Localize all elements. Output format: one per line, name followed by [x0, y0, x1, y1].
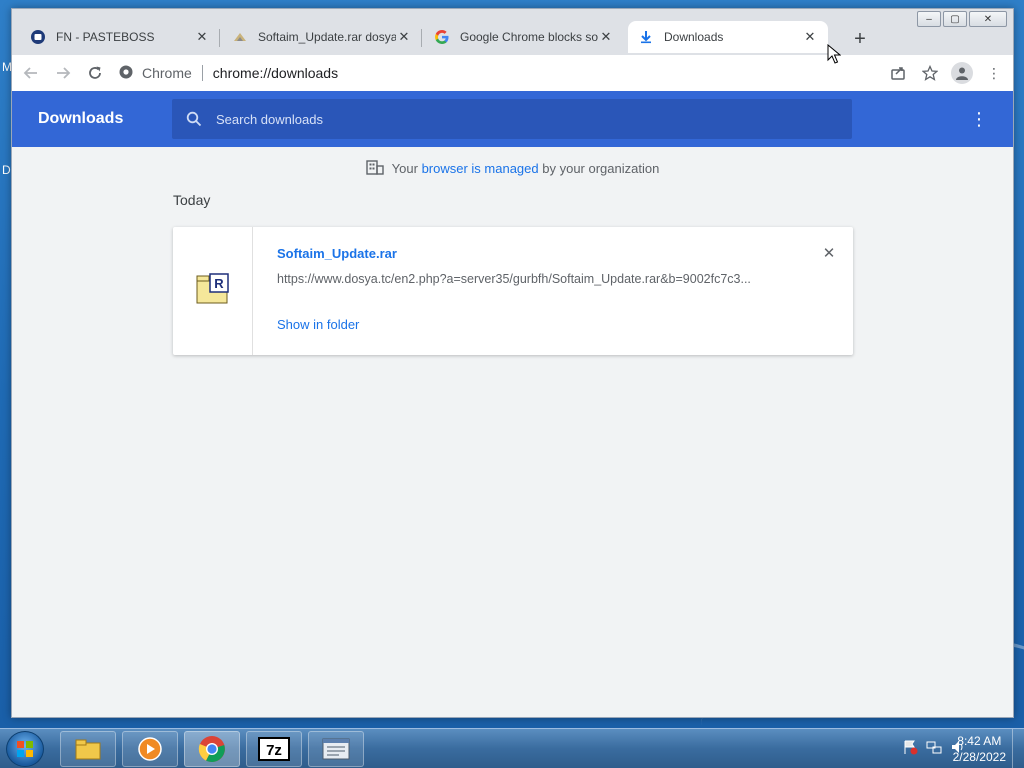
tab-pasteboss[interactable]: FN - PASTEBOSS ✕	[20, 21, 220, 53]
toolbar-actions: ⋮	[887, 55, 1005, 91]
file-icon-column: R	[173, 227, 253, 355]
7zip-icon: 7z	[258, 737, 290, 761]
url-text[interactable]: chrome://downloads	[213, 65, 338, 81]
reload-icon	[89, 66, 101, 79]
search-bar[interactable]	[172, 99, 852, 139]
remove-download-icon[interactable]: ✕	[821, 245, 837, 262]
managed-text: by your organization	[542, 161, 660, 176]
taskbar-notepad[interactable]	[308, 731, 364, 767]
omnibox-divider	[201, 65, 203, 81]
google-icon	[434, 29, 450, 45]
notepad-window-icon	[322, 738, 350, 760]
share-icon[interactable]	[887, 62, 909, 84]
tab-title: Softaim_Update.rar dosya	[258, 30, 396, 44]
managed-notice: Your browser is managed by your organiza…	[12, 159, 1013, 178]
clock-time: 8:42 AM	[957, 734, 1002, 748]
search-icon	[172, 111, 216, 127]
tab-downloads[interactable]: Downloads ✕	[628, 21, 828, 53]
tab-google-chrome-blocks[interactable]: Google Chrome blocks so ✕	[424, 21, 624, 53]
start-button[interactable]	[6, 731, 44, 767]
taskbar-7zip[interactable]: 7z	[246, 731, 302, 767]
managed-text: Your	[391, 161, 418, 176]
pasteboss-icon	[30, 29, 46, 45]
download-filename[interactable]: Softaim_Update.rar	[277, 246, 397, 261]
date-heading: Today	[173, 192, 211, 208]
file-explorer-icon	[75, 739, 101, 760]
managed-link[interactable]: browser is managed	[422, 161, 539, 176]
downloads-header: Downloads ⋮	[12, 91, 1013, 147]
taskbar-chrome[interactable]	[184, 731, 240, 767]
show-in-folder-link[interactable]: Show in folder	[277, 317, 359, 332]
forward-button[interactable]	[50, 60, 76, 86]
tab-separator	[219, 29, 220, 47]
back-button[interactable]	[18, 60, 44, 86]
tab-title: FN - PASTEBOSS	[56, 30, 155, 44]
taskbar: 7z 8:42 AM 2/28/2022	[0, 728, 1024, 768]
clock-date: 2/28/2022	[952, 750, 1006, 764]
download-source-url[interactable]: https://www.dosya.tc/en2.php?a=server35/…	[277, 272, 777, 286]
downloads-page: Downloads ⋮ Your browser is managed by y…	[12, 91, 1013, 717]
action-center-flag-icon[interactable]	[902, 739, 918, 755]
media-player-icon	[138, 737, 162, 761]
browser-toolbar: Chrome chrome://downloads ⋮	[12, 55, 1013, 91]
windows-logo-icon	[17, 741, 33, 757]
dosya-icon	[232, 29, 248, 45]
profile-avatar-icon[interactable]	[951, 62, 973, 84]
desktop-icon-label[interactable]: D	[2, 163, 11, 177]
site-label: Chrome	[142, 65, 192, 81]
tab-separator	[421, 29, 422, 47]
page-title: Downloads	[38, 110, 124, 127]
network-icon[interactable]	[926, 739, 942, 755]
taskbar-media-player[interactable]	[122, 731, 178, 767]
chrome-icon	[198, 736, 225, 762]
new-tab-button[interactable]: +	[848, 27, 872, 51]
address-bar[interactable]: Chrome chrome://downloads	[118, 59, 863, 87]
tab-title: Google Chrome blocks so	[460, 30, 598, 44]
bookmark-star-icon[interactable]	[919, 62, 941, 84]
tab-close-icon[interactable]: ✕	[598, 29, 614, 45]
tab-close-icon[interactable]: ✕	[396, 29, 412, 45]
download-icon	[638, 29, 654, 45]
tab-strip: FN - PASTEBOSS ✕ Softaim_Update.rar dosy…	[20, 21, 1013, 55]
taskbar-clock[interactable]: 8:42 AM 2/28/2022	[953, 733, 1006, 765]
arrow-right-icon	[57, 67, 71, 79]
taskbar-explorer[interactable]	[60, 731, 116, 767]
chrome-window: ‒ ▢ ✕ FN - PASTEBOSS ✕ Softaim_Update.ra…	[11, 8, 1014, 718]
chrome-site-icon	[118, 64, 134, 83]
tab-title: Downloads	[664, 30, 724, 44]
reload-button[interactable]	[82, 60, 108, 86]
chrome-menu-icon[interactable]: ⋮	[983, 62, 1005, 84]
download-item: R Softaim_Update.rar https://www.dosya.t…	[173, 227, 853, 355]
tab-softaim-dosya[interactable]: Softaim_Update.rar dosya ✕	[222, 21, 422, 53]
building-icon	[365, 159, 384, 178]
more-actions-icon[interactable]: ⋮	[969, 109, 989, 129]
show-desktop-button[interactable]	[1012, 729, 1024, 768]
search-input[interactable]	[216, 111, 816, 127]
tab-close-icon[interactable]: ✕	[802, 29, 818, 45]
tab-close-icon[interactable]: ✕	[194, 29, 210, 45]
mouse-cursor-icon	[827, 44, 841, 64]
svg-text:7z: 7z	[266, 742, 282, 759]
rar-archive-icon: R	[196, 272, 230, 310]
arrow-left-icon	[23, 67, 37, 79]
svg-text:R: R	[214, 276, 224, 291]
